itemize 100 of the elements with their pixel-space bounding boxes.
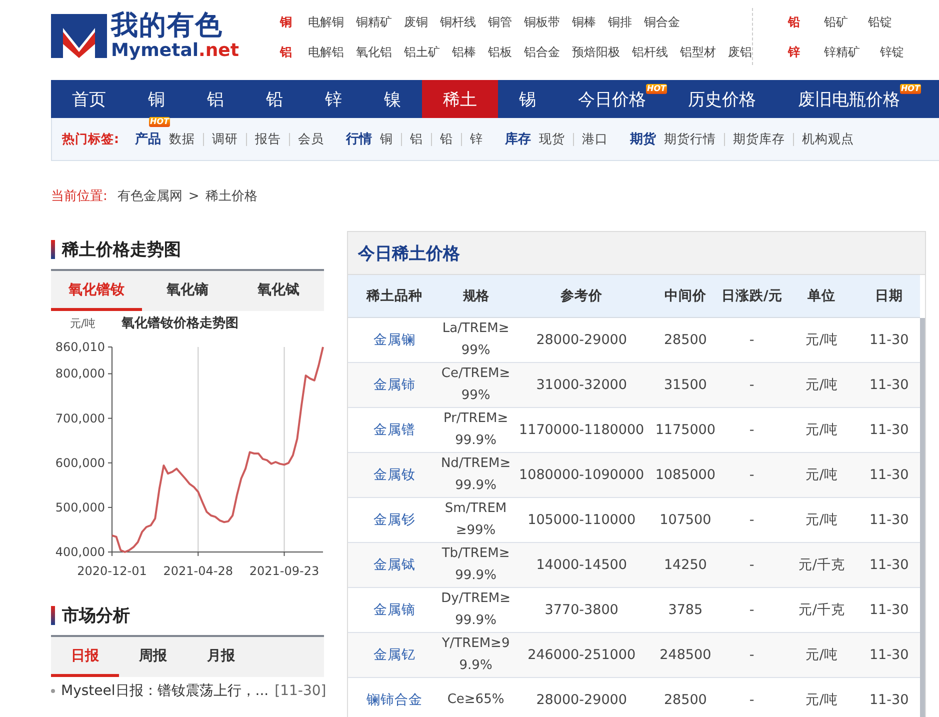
table-cell-text: Nd/TREM≥99.9% <box>440 455 511 495</box>
table-cell-text: 11-30 <box>868 601 910 620</box>
tag-link[interactable]: 锌 <box>470 130 483 148</box>
nav-tab[interactable]: 锌 <box>304 80 363 118</box>
category-link[interactable]: 废铜 <box>404 13 428 31</box>
chart-tab[interactable]: 氧化镝 <box>142 271 233 311</box>
nav-tab[interactable]: 镍 <box>363 80 422 118</box>
category-link[interactable]: 铜棒 <box>572 13 596 31</box>
category-link[interactable]: 铝板 <box>488 43 512 61</box>
product-link[interactable]: 金属镝 <box>348 599 441 621</box>
category-link[interactable]: 铝型材 <box>680 43 716 61</box>
category-link[interactable]: 预焙阳极 <box>572 43 620 61</box>
table-cell-text: 元/吨 <box>804 331 839 350</box>
category-link[interactable]: 电解铜 <box>308 13 344 31</box>
tag-link[interactable]: 铅 <box>440 130 453 148</box>
tag-link[interactable]: 期货库存 <box>733 130 785 148</box>
hot-badge: HOT <box>646 84 667 94</box>
breadcrumb-link[interactable]: 有色金属网 <box>117 187 182 205</box>
nav-tab[interactable]: 历史价格 <box>666 80 777 118</box>
metal-link[interactable]: 铜 <box>280 13 296 31</box>
metal-link[interactable]: 铅 <box>788 13 804 31</box>
nav-tab[interactable]: 铝 <box>186 80 245 118</box>
table-cell-text: Ce≥65% <box>446 691 506 709</box>
panel-title: 今日稀土价格 <box>358 242 460 264</box>
column-header: 日涨跌/元 <box>720 287 784 305</box>
product-link[interactable]: 金属钐 <box>348 509 441 531</box>
product-link[interactable]: 金属钇 <box>348 644 441 666</box>
product-link[interactable]: 金属铽 <box>348 554 441 576</box>
product-link[interactable]: 金属铈 <box>348 374 441 396</box>
tag-link[interactable]: 现货 <box>539 130 565 148</box>
report-tab[interactable]: 日报 <box>51 637 119 677</box>
category-link[interactable]: 铝棒 <box>452 43 476 61</box>
category-link[interactable]: 铅锭 <box>868 13 892 31</box>
table-cell-text: 28500 <box>662 691 708 710</box>
table-cell-text: 3770-3800 <box>544 601 620 620</box>
table-cell-text: 246000-251000 <box>526 646 637 665</box>
tag-link[interactable]: 数据 <box>169 130 195 148</box>
tag-link[interactable]: 会员 <box>298 130 324 148</box>
category-link[interactable]: 锌精矿 <box>824 43 860 61</box>
tag-group-link[interactable]: 期货 <box>630 130 656 148</box>
tag-link[interactable]: 机构观点 <box>802 130 854 148</box>
category-link[interactable]: 铝杆线 <box>632 43 668 61</box>
tag-link[interactable]: 铝 <box>410 130 423 148</box>
report-tab[interactable]: 月报 <box>187 637 255 677</box>
metal-link[interactable]: 铝 <box>280 43 296 61</box>
table-cell-text: 31500 <box>662 376 708 395</box>
tag-link[interactable]: 铜 <box>380 130 393 148</box>
metal-link[interactable]: 锌 <box>788 43 804 61</box>
product-link[interactable]: 金属镨 <box>348 419 441 441</box>
category-link[interactable]: 铝土矿 <box>404 43 440 61</box>
x-tick-label: 2021-04-28 <box>163 564 233 578</box>
chart-tab[interactable]: 氧化镨钕 <box>51 271 142 311</box>
category-link[interactable]: 铜管 <box>488 13 512 31</box>
product-link[interactable]: 镧铈合金 <box>348 689 441 711</box>
table-cell-text: 元/吨 <box>804 376 839 395</box>
tag-link[interactable]: 港口 <box>582 130 608 148</box>
product-link[interactable]: 金属镧 <box>348 329 441 351</box>
category-link[interactable]: 铜精矿 <box>356 13 392 31</box>
nav-tab[interactable]: 铜 <box>127 80 186 118</box>
category-link[interactable]: 氧化铝 <box>356 43 392 61</box>
category-link[interactable]: 铜板带 <box>524 13 560 31</box>
nav-tab[interactable]: 今日价格 <box>557 80 646 118</box>
y-tick-label: 500,000 <box>55 500 105 514</box>
category-link[interactable]: 废铝 <box>728 43 752 61</box>
tag-link[interactable]: 调研 <box>212 130 238 148</box>
article-link[interactable]: Mysteel日报：镨钕震荡上行，... <box>61 682 269 700</box>
y-tick-label: 860,010 <box>55 340 105 354</box>
logo-icon <box>51 14 107 58</box>
category-link[interactable]: 锌锭 <box>880 43 904 61</box>
tag-group-link[interactable]: 库存 <box>505 130 531 148</box>
chart-tab[interactable]: 氧化铽 <box>233 271 324 311</box>
nav-tab[interactable]: 稀土 <box>422 80 498 118</box>
category-link[interactable]: 铜杆线 <box>440 13 476 31</box>
breadcrumb-link[interactable]: 稀土价格 <box>205 187 258 205</box>
product-link[interactable]: 金属钕 <box>348 464 441 486</box>
tag-link[interactable]: 报告 <box>255 130 281 148</box>
table-cell-text: - <box>748 376 756 395</box>
tags-label: 热门标签: <box>62 130 119 148</box>
table-cell-text: 11-30 <box>868 556 910 575</box>
breadcrumb-separator: > <box>188 188 200 204</box>
table-cell-text: - <box>748 466 756 485</box>
table-cell-text: Sm/TREM≥99% <box>444 500 508 540</box>
category-link[interactable]: 铅矿 <box>824 13 848 31</box>
table-cell-text: 11-30 <box>868 691 910 710</box>
tag-group-link[interactable]: 行情 <box>346 130 372 148</box>
table-cell-text: 元/吨 <box>804 466 839 485</box>
table-cell-text: 28500 <box>662 331 708 350</box>
category-link[interactable]: 铜合金 <box>644 13 680 31</box>
category-link[interactable]: 铜排 <box>608 13 632 31</box>
report-tab[interactable]: 周报 <box>119 637 187 677</box>
tag-link[interactable]: 期货行情 <box>664 130 716 148</box>
nav-tab[interactable]: 首页 <box>51 80 127 118</box>
category-link[interactable]: 电解铝 <box>308 43 344 61</box>
tag-group-link[interactable]: 产品 <box>135 130 161 148</box>
table-cell-text: Tb/TREM≥99.9% <box>440 545 511 585</box>
scrollbar[interactable] <box>920 318 925 717</box>
nav-tab[interactable]: 铅 <box>245 80 304 118</box>
nav-tab[interactable]: 废旧电瓶价格 <box>776 80 900 118</box>
nav-tab[interactable]: 锡 <box>498 80 557 118</box>
category-link[interactable]: 铝合金 <box>524 43 560 61</box>
